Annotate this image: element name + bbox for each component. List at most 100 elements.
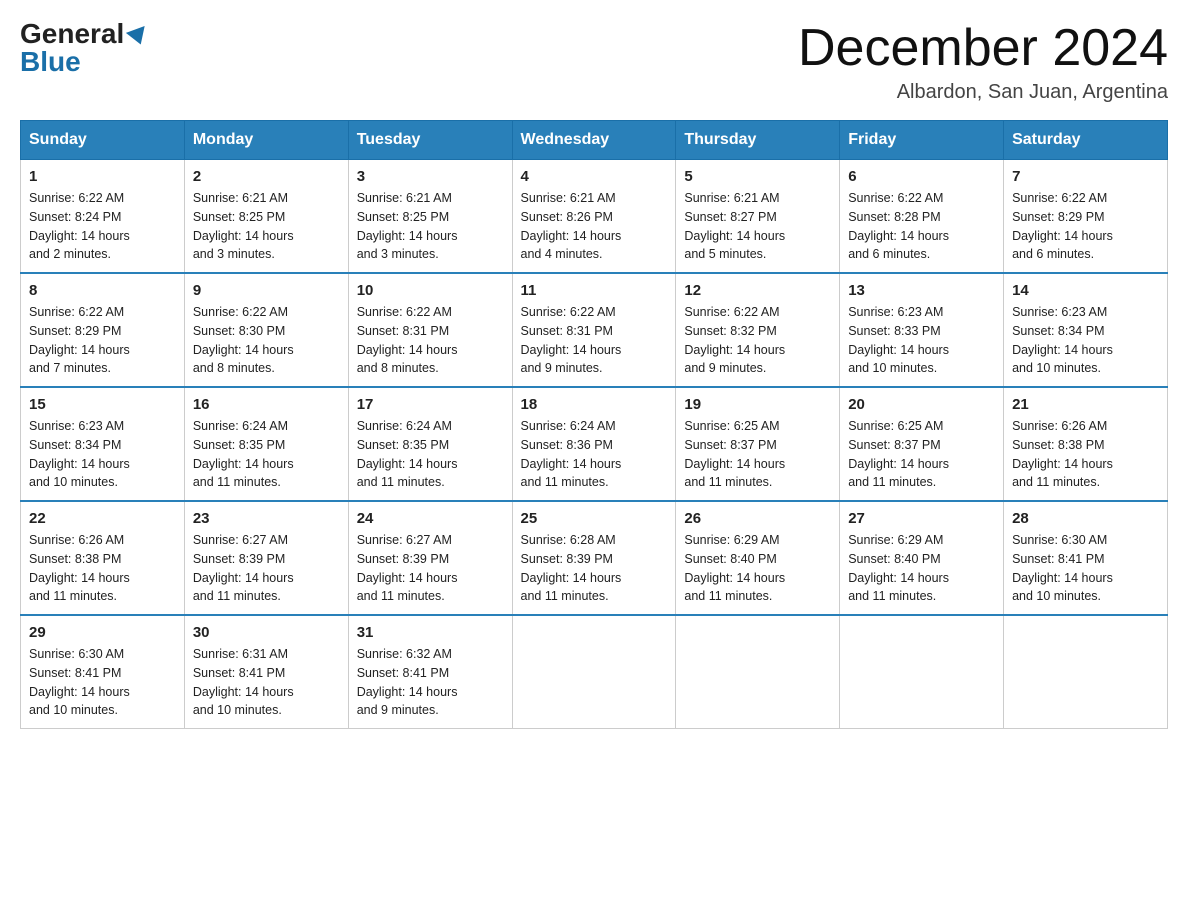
day-info: Sunrise: 6:21 AMSunset: 8:27 PMDaylight:… [684, 189, 831, 264]
day-number: 12 [684, 282, 831, 299]
day-info: Sunrise: 6:30 AMSunset: 8:41 PMDaylight:… [1012, 531, 1159, 606]
calendar-cell: 28 Sunrise: 6:30 AMSunset: 8:41 PMDayligh… [1004, 501, 1168, 615]
day-number: 31 [357, 624, 504, 641]
day-number: 30 [193, 624, 340, 641]
day-info: Sunrise: 6:23 AMSunset: 8:34 PMDaylight:… [29, 417, 176, 492]
day-number: 19 [684, 396, 831, 413]
calendar-cell [512, 615, 676, 729]
day-info: Sunrise: 6:22 AMSunset: 8:29 PMDaylight:… [29, 303, 176, 378]
calendar-cell: 10 Sunrise: 6:22 AMSunset: 8:31 PMDayligh… [348, 273, 512, 387]
day-number: 23 [193, 510, 340, 527]
title-section: December 2024 Albardon, San Juan, Argent… [798, 20, 1168, 104]
logo-triangle-icon [126, 26, 150, 48]
day-number: 26 [684, 510, 831, 527]
calendar-week-1: 1Sunrise: 6:22 AMSunset: 8:24 PMDaylight… [21, 160, 1168, 274]
calendar-cell: 3Sunrise: 6:21 AMSunset: 8:25 PMDaylight… [348, 160, 512, 274]
day-number: 9 [193, 282, 340, 299]
header-saturday: Saturday [1004, 121, 1168, 160]
calendar-cell: 1Sunrise: 6:22 AMSunset: 8:24 PMDaylight… [21, 160, 185, 274]
calendar-cell: 19 Sunrise: 6:25 AMSunset: 8:37 PMDayligh… [676, 387, 840, 501]
calendar-cell: 25 Sunrise: 6:28 AMSunset: 8:39 PMDayligh… [512, 501, 676, 615]
day-number: 4 [521, 168, 668, 185]
logo: General Blue [20, 20, 148, 76]
logo-general: General [20, 18, 124, 49]
calendar-cell: 14 Sunrise: 6:23 AMSunset: 8:34 PMDayligh… [1004, 273, 1168, 387]
day-info: Sunrise: 6:21 AMSunset: 8:26 PMDaylight:… [521, 189, 668, 264]
calendar-cell: 18 Sunrise: 6:24 AMSunset: 8:36 PMDayligh… [512, 387, 676, 501]
calendar-cell: 31Sunrise: 6:32 AMSunset: 8:41 PMDayligh… [348, 615, 512, 729]
day-number: 24 [357, 510, 504, 527]
calendar-cell [840, 615, 1004, 729]
calendar-cell: 24 Sunrise: 6:27 AMSunset: 8:39 PMDayligh… [348, 501, 512, 615]
day-info: Sunrise: 6:22 AMSunset: 8:31 PMDaylight:… [357, 303, 504, 378]
calendar-cell [1004, 615, 1168, 729]
day-number: 14 [1012, 282, 1159, 299]
calendar-cell: 13Sunrise: 6:23 AMSunset: 8:33 PMDayligh… [840, 273, 1004, 387]
calendar-table: SundayMondayTuesdayWednesdayThursdayFrid… [20, 120, 1168, 729]
header-friday: Friday [840, 121, 1004, 160]
day-info: Sunrise: 6:31 AMSunset: 8:41 PMDaylight:… [193, 645, 340, 720]
day-info: Sunrise: 6:29 AMSunset: 8:40 PMDaylight:… [684, 531, 831, 606]
calendar-cell: 16 Sunrise: 6:24 AMSunset: 8:35 PMDayligh… [184, 387, 348, 501]
day-info: Sunrise: 6:21 AMSunset: 8:25 PMDaylight:… [357, 189, 504, 264]
day-number: 13 [848, 282, 995, 299]
day-info: Sunrise: 6:24 AMSunset: 8:36 PMDaylight:… [521, 417, 668, 492]
day-number: 17 [357, 396, 504, 413]
day-number: 22 [29, 510, 176, 527]
location: Albardon, San Juan, Argentina [798, 81, 1168, 104]
calendar-cell: 8 Sunrise: 6:22 AMSunset: 8:29 PMDaylight… [21, 273, 185, 387]
day-number: 10 [357, 282, 504, 299]
calendar-cell: 6 Sunrise: 6:22 AMSunset: 8:28 PMDaylight… [840, 160, 1004, 274]
calendar-cell: 11 Sunrise: 6:22 AMSunset: 8:31 PMDayligh… [512, 273, 676, 387]
calendar-cell: 2Sunrise: 6:21 AMSunset: 8:25 PMDaylight… [184, 160, 348, 274]
day-number: 5 [684, 168, 831, 185]
day-number: 20 [848, 396, 995, 413]
logo-blue: Blue [20, 48, 81, 76]
calendar-cell: 17Sunrise: 6:24 AMSunset: 8:35 PMDayligh… [348, 387, 512, 501]
calendar-cell: 21Sunrise: 6:26 AMSunset: 8:38 PMDayligh… [1004, 387, 1168, 501]
calendar-cell: 23Sunrise: 6:27 AMSunset: 8:39 PMDayligh… [184, 501, 348, 615]
calendar-week-4: 22Sunrise: 6:26 AMSunset: 8:38 PMDayligh… [21, 501, 1168, 615]
calendar-cell: 26 Sunrise: 6:29 AMSunset: 8:40 PMDayligh… [676, 501, 840, 615]
calendar-cell: 30 Sunrise: 6:31 AMSunset: 8:41 PMDayligh… [184, 615, 348, 729]
day-info: Sunrise: 6:24 AMSunset: 8:35 PMDaylight:… [193, 417, 340, 492]
day-number: 25 [521, 510, 668, 527]
calendar-week-3: 15Sunrise: 6:23 AMSunset: 8:34 PMDayligh… [21, 387, 1168, 501]
calendar-cell [676, 615, 840, 729]
day-info: Sunrise: 6:22 AMSunset: 8:30 PMDaylight:… [193, 303, 340, 378]
day-info: Sunrise: 6:28 AMSunset: 8:39 PMDaylight:… [521, 531, 668, 606]
calendar-cell: 9 Sunrise: 6:22 AMSunset: 8:30 PMDaylight… [184, 273, 348, 387]
day-info: Sunrise: 6:22 AMSunset: 8:31 PMDaylight:… [521, 303, 668, 378]
header-wednesday: Wednesday [512, 121, 676, 160]
day-number: 2 [193, 168, 340, 185]
calendar-cell: 22Sunrise: 6:26 AMSunset: 8:38 PMDayligh… [21, 501, 185, 615]
day-number: 28 [1012, 510, 1159, 527]
calendar-cell: 27Sunrise: 6:29 AMSunset: 8:40 PMDayligh… [840, 501, 1004, 615]
day-number: 16 [193, 396, 340, 413]
day-number: 29 [29, 624, 176, 641]
day-number: 7 [1012, 168, 1159, 185]
day-number: 11 [521, 282, 668, 299]
calendar-cell: 4 Sunrise: 6:21 AMSunset: 8:26 PMDaylight… [512, 160, 676, 274]
day-info: Sunrise: 6:25 AMSunset: 8:37 PMDaylight:… [848, 417, 995, 492]
day-number: 27 [848, 510, 995, 527]
day-info: Sunrise: 6:27 AMSunset: 8:39 PMDaylight:… [357, 531, 504, 606]
header-tuesday: Tuesday [348, 121, 512, 160]
header-monday: Monday [184, 121, 348, 160]
day-number: 1 [29, 168, 176, 185]
calendar-cell: 20 Sunrise: 6:25 AMSunset: 8:37 PMDayligh… [840, 387, 1004, 501]
header-sunday: Sunday [21, 121, 185, 160]
calendar-cell: 15Sunrise: 6:23 AMSunset: 8:34 PMDayligh… [21, 387, 185, 501]
day-info: Sunrise: 6:22 AMSunset: 8:29 PMDaylight:… [1012, 189, 1159, 264]
header-thursday: Thursday [676, 121, 840, 160]
day-number: 8 [29, 282, 176, 299]
calendar-week-5: 29Sunrise: 6:30 AMSunset: 8:41 PMDayligh… [21, 615, 1168, 729]
day-number: 6 [848, 168, 995, 185]
day-info: Sunrise: 6:23 AMSunset: 8:34 PMDaylight:… [1012, 303, 1159, 378]
month-title: December 2024 [798, 20, 1168, 77]
day-number: 18 [521, 396, 668, 413]
calendar-header-row: SundayMondayTuesdayWednesdayThursdayFrid… [21, 121, 1168, 160]
day-info: Sunrise: 6:22 AMSunset: 8:28 PMDaylight:… [848, 189, 995, 264]
day-info: Sunrise: 6:25 AMSunset: 8:37 PMDaylight:… [684, 417, 831, 492]
logo-text: General [20, 20, 148, 48]
